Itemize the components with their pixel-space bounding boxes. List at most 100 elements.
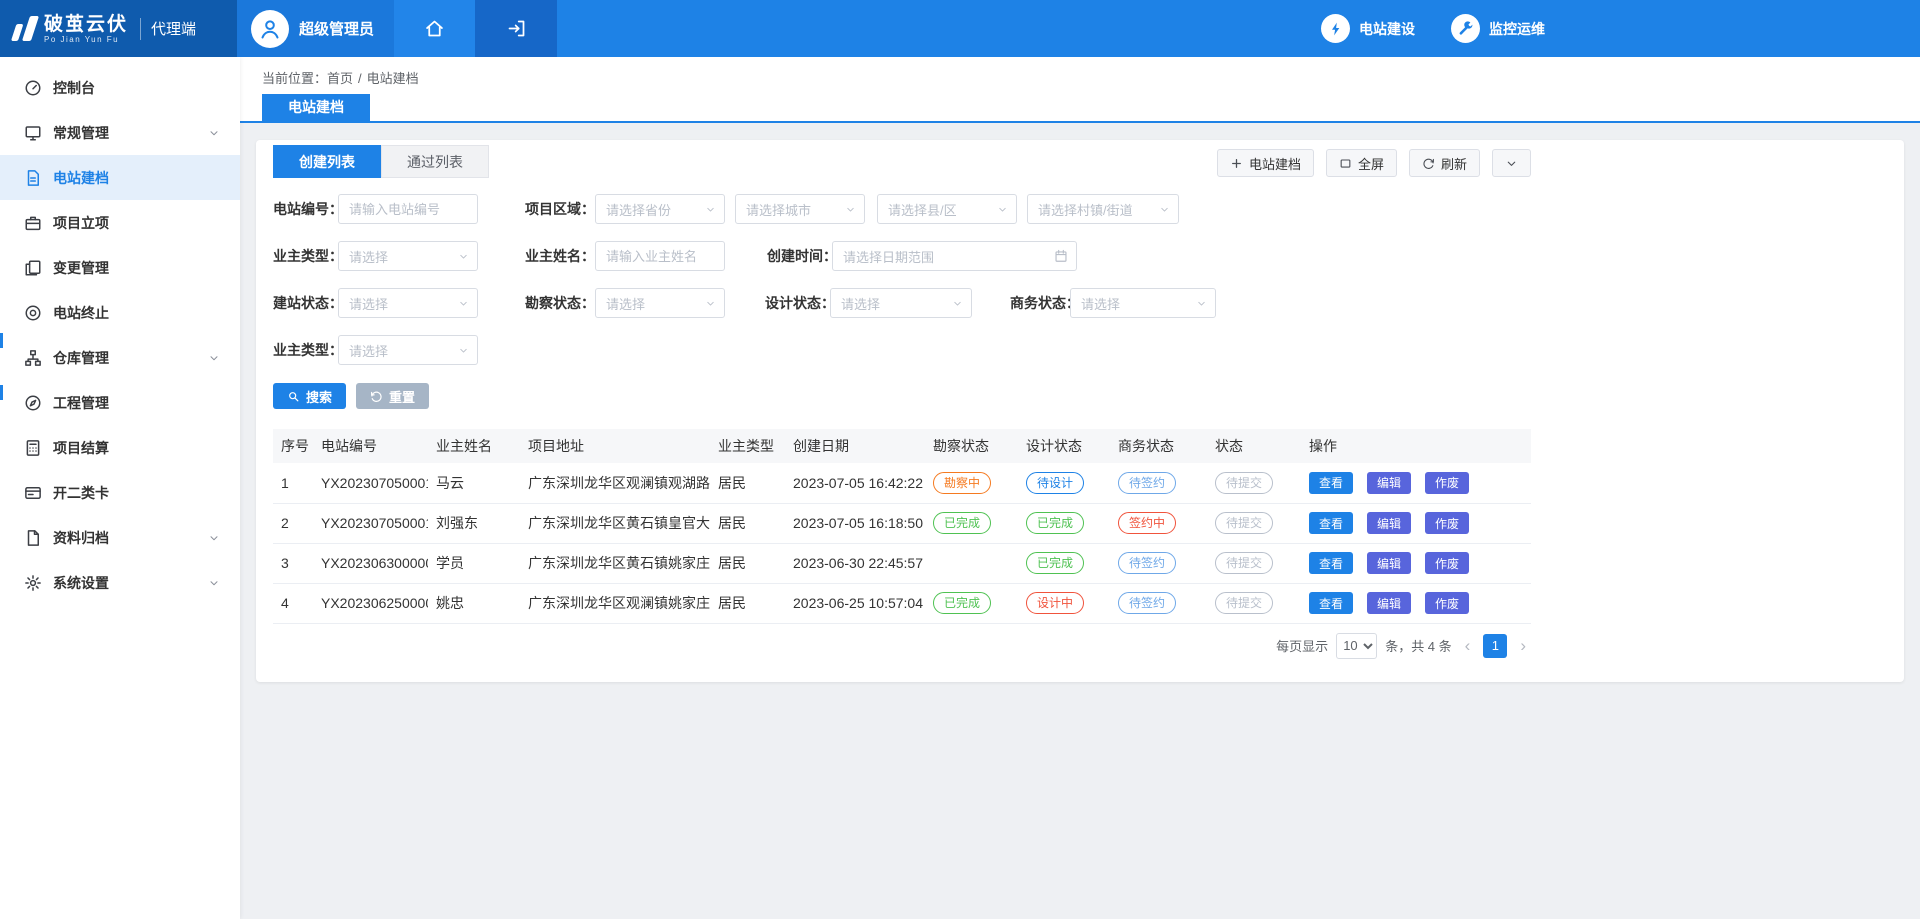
search-button[interactable]: 搜索: [273, 383, 346, 409]
filter-select[interactable]: 请选择: [595, 288, 725, 318]
collapse-button[interactable]: [1492, 149, 1531, 177]
user-menu[interactable]: 超级管理员: [237, 0, 394, 57]
edit-button[interactable]: 编辑: [1367, 552, 1411, 574]
edit-button[interactable]: 编辑: [1367, 512, 1411, 534]
sidebar-item-monitor[interactable]: 常规管理: [0, 110, 240, 155]
sidebar-item-dashboard[interactable]: 控制台: [0, 65, 240, 110]
view-button[interactable]: 查看: [1309, 592, 1353, 614]
design-status-cell: 已完成: [1018, 503, 1110, 543]
sidebar-item-label: 控制台: [53, 78, 220, 98]
chevron-down-icon: [208, 577, 220, 589]
void-button[interactable]: 作废: [1425, 512, 1469, 534]
fullscreen-button[interactable]: 全屏: [1326, 149, 1397, 177]
void-button[interactable]: 作废: [1425, 592, 1469, 614]
card-icon: [24, 484, 42, 502]
view-button[interactable]: 查看: [1309, 472, 1353, 494]
page-number[interactable]: 1: [1483, 634, 1507, 658]
station-build-link[interactable]: 电站建设: [1321, 14, 1415, 43]
chevron-down-icon: [952, 298, 963, 309]
chevron-down-icon: [845, 204, 856, 215]
page-tab[interactable]: 电站建档: [262, 94, 370, 121]
table-header-row: 序号电站编号业主姓名项目地址业主类型创建日期勘察状态设计状态商务状态状态操作: [273, 429, 1531, 463]
filter-select[interactable]: 请选择: [338, 241, 478, 271]
table-header-cell: 商务状态: [1110, 429, 1207, 463]
sidebar-item-calculator[interactable]: 项目结算: [0, 425, 240, 470]
filter-label: 项目区域：: [520, 199, 595, 219]
filter-select[interactable]: 请选择: [830, 288, 972, 318]
table-header-cell: 状态: [1207, 429, 1301, 463]
chevron-down-icon: [458, 251, 469, 262]
chevron-down-icon: [1159, 204, 1170, 215]
home-button[interactable]: [394, 0, 475, 57]
view-button[interactable]: 查看: [1309, 552, 1353, 574]
chevron-down-icon: [1505, 157, 1518, 170]
filter-select[interactable]: 请选择县/区: [877, 194, 1017, 224]
void-button[interactable]: 作废: [1425, 472, 1469, 494]
reset-icon: [370, 390, 383, 403]
prev-page-button[interactable]: ‹: [1460, 634, 1476, 658]
list-tab[interactable]: 创建列表: [273, 145, 381, 178]
logout-button[interactable]: [475, 0, 557, 57]
sidebar-item-card[interactable]: 开二类卡: [0, 470, 240, 515]
person-icon: [258, 17, 282, 41]
filter-date-input[interactable]: 请选择日期范围: [832, 241, 1077, 271]
filter-input[interactable]: [338, 194, 478, 224]
row-index: 3: [273, 543, 313, 583]
chevron-down-icon: [1196, 298, 1207, 309]
reset-button[interactable]: 重置: [356, 383, 429, 409]
sidebar-item-archive[interactable]: 资料归档: [0, 515, 240, 560]
filter-label: 勘察状态：: [520, 293, 595, 313]
filter-select[interactable]: 请选择: [1070, 288, 1216, 318]
sidebar-item-document[interactable]: 电站建档: [0, 155, 240, 200]
filter-select[interactable]: 请选择城市: [735, 194, 865, 224]
filter-select[interactable]: 请选择: [338, 335, 478, 365]
status-badge: 待签约: [1118, 472, 1176, 494]
sidebar-item-briefcase[interactable]: 项目立项: [0, 200, 240, 245]
calendar-icon: [1054, 249, 1068, 263]
logo-area: 破茧云伏 Po Jian Yun Fu 代理端: [0, 0, 237, 57]
edit-button[interactable]: 编辑: [1367, 472, 1411, 494]
sidebar-item-compass[interactable]: 工程管理: [0, 380, 240, 425]
edit-button[interactable]: 编辑: [1367, 592, 1411, 614]
project-address: 广东深圳龙华区黄石镇皇官大...: [520, 503, 710, 543]
table-row: 1YX2023070500011马云广东深圳龙华区观澜镇观湖路...居民2023…: [273, 463, 1531, 503]
chevron-down-icon: [997, 204, 1008, 215]
add-station-button[interactable]: 电站建档: [1217, 149, 1314, 177]
breadcrumb-separator: /: [358, 71, 362, 86]
sidebar-item-sitemap[interactable]: 仓库管理: [0, 335, 240, 380]
chevron-down-icon: [458, 298, 469, 309]
monitor-ops-link[interactable]: 监控运维: [1451, 14, 1545, 43]
create-date: 2023-06-25 10:57:04: [785, 583, 925, 623]
breadcrumb-current: 电站建档: [367, 71, 419, 86]
list-tab[interactable]: 通过列表: [381, 145, 489, 178]
next-page-button[interactable]: ›: [1515, 634, 1531, 658]
survey-status-cell: [925, 543, 1018, 583]
document-icon: [24, 169, 42, 187]
sidebar-item-target[interactable]: 电站终止: [0, 290, 240, 335]
sidebar-item-settings[interactable]: 系统设置: [0, 560, 240, 605]
view-button[interactable]: 查看: [1309, 512, 1353, 534]
portal-label: 代理端: [151, 18, 196, 39]
void-button[interactable]: 作废: [1425, 552, 1469, 574]
refresh-button[interactable]: 刷新: [1409, 149, 1480, 177]
owner-name: 姚忠: [428, 583, 520, 623]
business-status-cell: 签约中: [1110, 503, 1207, 543]
filter-select[interactable]: 请选择村镇/街道: [1027, 194, 1179, 224]
filter-select[interactable]: 请选择: [338, 288, 478, 318]
chevron-down-icon: [208, 352, 220, 364]
chevron-down-icon: [705, 298, 716, 309]
archive-icon: [24, 529, 42, 547]
filter-input[interactable]: [595, 241, 725, 271]
filter-label: 建站状态：: [273, 293, 338, 313]
breadcrumb-home[interactable]: 首页: [327, 71, 353, 86]
page-size-select[interactable]: 10: [1336, 633, 1377, 659]
status-badge: 已完成: [933, 512, 991, 534]
filter-select[interactable]: 请选择省份: [595, 194, 725, 224]
design-status-cell: 设计中: [1018, 583, 1110, 623]
refresh-icon: [1422, 157, 1435, 170]
sidebar-item-files[interactable]: 变更管理: [0, 245, 240, 290]
pagination: 每页显示 10 条，共 4 条 ‹ 1 ›: [273, 633, 1531, 659]
status-badge: 待签约: [1118, 592, 1176, 614]
project-address: 广东深圳龙华区黄石镇姚家庄...: [520, 543, 710, 583]
sidebar-item-label: 项目结算: [53, 438, 220, 458]
